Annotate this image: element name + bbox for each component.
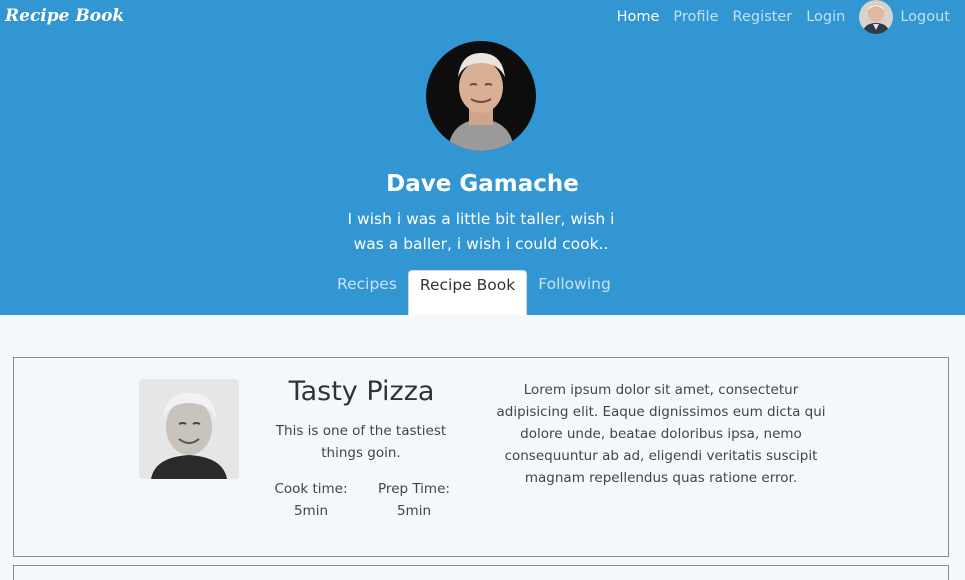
profile-header: Recipe Book Home Profile Register Login … [0, 0, 965, 315]
prep-time: Prep Time: 5min [369, 478, 459, 522]
recipe-title[interactable]: Tasty Pizza [254, 376, 469, 407]
cook-time-label: Cook time: [274, 481, 348, 497]
brand-logo[interactable]: Recipe Book [5, 6, 124, 26]
recipe-body: Lorem ipsum dolor sit amet, consectetur … [496, 382, 826, 486]
nav-profile[interactable]: Profile [673, 9, 718, 25]
tab-recipes[interactable]: Recipes [326, 270, 408, 315]
profile-avatar [426, 41, 536, 151]
tab-recipe-book[interactable]: Recipe Book [407, 270, 528, 315]
prep-time-value: 5min [396, 503, 432, 519]
nav-logout[interactable]: Logout [900, 9, 950, 25]
recipe-photo [139, 379, 239, 479]
nav-register[interactable]: Register [733, 9, 793, 25]
profile-name: Dave Gamache [386, 171, 579, 197]
recipe-description: This is one of the tastiest things goin. [275, 423, 447, 461]
profile-tabs: Recipes Recipe Book Following [326, 270, 622, 315]
tab-following[interactable]: Following [527, 270, 622, 315]
nav-login[interactable]: Login [806, 9, 845, 25]
profile-bio: I wish i was a little bit taller, wish i… [347, 210, 615, 253]
prep-time-label: Prep Time: [378, 481, 450, 497]
top-nav: Home Profile Register Login Logout [603, 0, 950, 34]
nav-avatar[interactable] [859, 0, 894, 34]
cook-time-value: 5min [293, 503, 329, 519]
cook-time: Cook time: 5min [266, 478, 356, 522]
recipe-card[interactable] [13, 565, 949, 580]
recipe-card[interactable]: Tasty Pizza This is one of the tastiest … [13, 357, 949, 557]
nav-home[interactable]: Home [617, 9, 660, 25]
